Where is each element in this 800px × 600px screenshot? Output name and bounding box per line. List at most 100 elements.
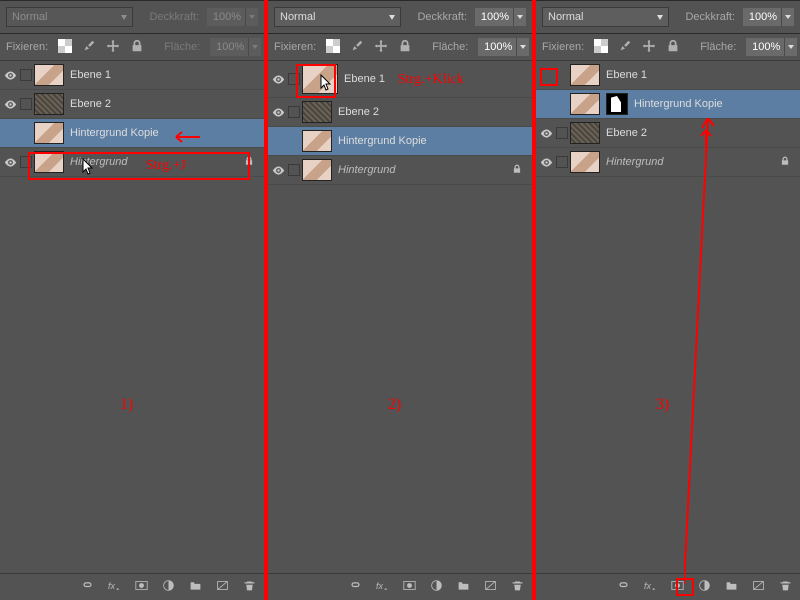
new-icon[interactable] [216, 579, 229, 595]
layer-mask-thumbnail[interactable] [606, 93, 628, 115]
adjust-icon[interactable] [430, 579, 443, 595]
lock-position-icon[interactable] [642, 39, 656, 56]
mask-icon[interactable] [403, 579, 416, 595]
link-icon[interactable] [617, 579, 630, 595]
layer-name[interactable]: Hintergrund Kopie [338, 135, 427, 147]
lock-position-icon[interactable] [106, 39, 120, 56]
layer-name[interactable]: Ebene 2 [338, 106, 379, 118]
link-icon[interactable] [349, 579, 362, 595]
group-icon[interactable] [457, 579, 470, 595]
fx-icon[interactable]: fx [644, 579, 657, 595]
new-icon[interactable] [484, 579, 497, 595]
blend-mode-select[interactable]: Normal [274, 7, 401, 27]
visibility-toggle[interactable] [0, 69, 20, 82]
blend-bar: Normal Deckkraft: 100% [536, 0, 800, 34]
fx-icon[interactable]: fx [376, 579, 389, 595]
layer-thumbnail[interactable] [302, 64, 338, 94]
trash-icon[interactable] [243, 579, 256, 595]
mask-icon[interactable] [671, 579, 684, 595]
opacity-field[interactable]: 100% [207, 8, 258, 26]
blend-mode-label: Normal [12, 11, 47, 23]
group-icon[interactable] [725, 579, 738, 595]
layer-thumbnail[interactable] [302, 159, 332, 181]
group-icon[interactable] [189, 579, 202, 595]
lock-pixels-icon[interactable] [618, 39, 632, 56]
layers-footer: fx [0, 573, 264, 600]
layer-row[interactable]: Ebene 1 [536, 61, 800, 90]
layer-row[interactable]: Ebene 1 [268, 61, 532, 98]
layer-thumbnail[interactable] [570, 64, 600, 86]
new-icon[interactable] [752, 579, 765, 595]
layer-name[interactable]: Hintergrund Kopie [70, 127, 159, 139]
fx-icon[interactable]: fx [108, 579, 121, 595]
visibility-toggle[interactable] [0, 156, 20, 169]
layer-thumbnail[interactable] [34, 151, 64, 173]
lock-transparency-icon[interactable] [326, 39, 340, 56]
adjust-icon[interactable] [698, 579, 711, 595]
layer-name[interactable]: Ebene 2 [70, 98, 111, 110]
layer-thumbnail[interactable] [302, 130, 332, 152]
link-slot [288, 106, 300, 118]
layer-row[interactable]: Ebene 2 [536, 119, 800, 148]
layer-thumbnail[interactable] [34, 122, 64, 144]
visibility-toggle[interactable] [268, 106, 288, 119]
layer-row[interactable]: Hintergrund Kopie [0, 119, 264, 148]
lock-pixels-icon[interactable] [82, 39, 96, 56]
fill-field[interactable]: 100% [210, 38, 261, 56]
lock-pixels-icon[interactable] [350, 39, 364, 56]
layers-panel: Normal Deckkraft: 100% Fixieren: Fläche:… [0, 0, 264, 600]
trash-icon[interactable] [511, 579, 524, 595]
layer-name[interactable]: Hintergrund Kopie [634, 98, 723, 110]
fill-field[interactable]: 100% [746, 38, 797, 56]
layer-thumbnail[interactable] [34, 93, 64, 115]
link-icon[interactable] [81, 579, 94, 595]
adjust-icon[interactable] [162, 579, 175, 595]
visibility-toggle[interactable] [0, 98, 20, 111]
lock-bar: Fixieren: Fläche: 100% [536, 34, 800, 61]
visibility-toggle[interactable] [536, 156, 556, 169]
opacity-field[interactable]: 100% [475, 8, 526, 26]
layer-name[interactable]: Ebene 1 [344, 73, 385, 85]
layer-name[interactable]: Ebene 1 [70, 69, 111, 81]
lock-all-icon[interactable] [130, 39, 144, 56]
visibility-toggle[interactable] [268, 73, 288, 86]
layer-row[interactable]: Hintergrund [536, 148, 800, 177]
layer-name[interactable]: Hintergrund [606, 156, 663, 168]
fill-field[interactable]: 100% [478, 38, 529, 56]
lock-transparency-icon[interactable] [58, 39, 72, 56]
lock-bar: Fixieren: Fläche: 100% [0, 34, 264, 61]
lock-all-icon[interactable] [398, 39, 412, 56]
layer-row[interactable]: Ebene 1 [0, 61, 264, 90]
layer-thumbnail[interactable] [570, 122, 600, 144]
layer-thumbnail[interactable] [302, 101, 332, 123]
link-slot [288, 164, 300, 176]
layer-row[interactable]: Hintergrund Kopie [536, 90, 800, 119]
layer-row[interactable]: Hintergrund [268, 156, 532, 185]
layer-name[interactable]: Hintergrund [338, 164, 395, 176]
layer-thumbnail[interactable] [34, 64, 64, 86]
lock-position-icon[interactable] [374, 39, 388, 56]
mask-icon[interactable] [135, 579, 148, 595]
layer-row[interactable]: Hintergrund Kopie [268, 127, 532, 156]
blend-mode-select[interactable]: Normal [542, 7, 669, 27]
lock-transparency-icon[interactable] [594, 39, 608, 56]
layer-row[interactable]: Hintergrund [0, 148, 264, 177]
layer-row[interactable]: Ebene 2 [0, 90, 264, 119]
layers-footer: fx [268, 573, 532, 600]
fill-label: Fläche: [700, 41, 736, 53]
link-slot [20, 69, 32, 81]
layer-name[interactable]: Ebene 1 [606, 69, 647, 81]
lock-all-icon[interactable] [666, 39, 680, 56]
layer-thumbnail[interactable] [570, 151, 600, 173]
layer-thumbnail[interactable] [570, 93, 600, 115]
layer-name[interactable]: Hintergrund [70, 156, 127, 168]
divider [264, 0, 268, 600]
layer-name[interactable]: Ebene 2 [606, 127, 647, 139]
opacity-field[interactable]: 100% [743, 8, 794, 26]
trash-icon[interactable] [779, 579, 792, 595]
fill-label: Fläche: [164, 41, 200, 53]
visibility-toggle[interactable] [268, 164, 288, 177]
layer-row[interactable]: Ebene 2 [268, 98, 532, 127]
blend-mode-select[interactable]: Normal [6, 7, 133, 27]
visibility-toggle[interactable] [536, 127, 556, 140]
